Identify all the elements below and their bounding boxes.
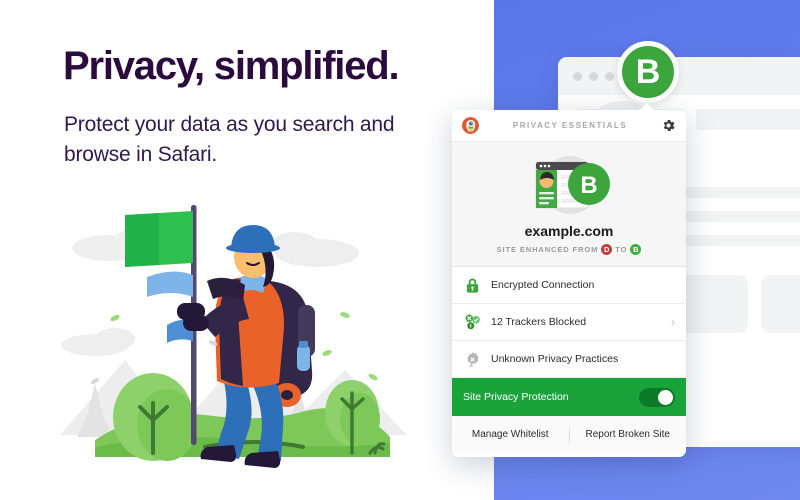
report-broken-site-link[interactable]: Report Broken Site (570, 429, 687, 440)
row-privacy-practices[interactable]: Unknown Privacy Practices (452, 341, 686, 378)
trackers-icon (463, 313, 482, 332)
protection-label: Site Privacy Protection (463, 391, 569, 403)
website-card-icon: B (535, 156, 610, 214)
popup-pointer-arrow (638, 103, 656, 112)
lock-icon (463, 276, 482, 295)
screenshot-root: Privacy, simplified. Protect your data a… (0, 0, 800, 500)
row-label: Encrypted Connection (491, 279, 595, 291)
protection-toggle[interactable] (639, 387, 675, 407)
row-chevron-icon[interactable]: › (671, 315, 675, 329)
svg-text:B: B (580, 172, 597, 199)
page-subtitle: Protect your data as you search and brow… (64, 113, 395, 166)
enhanced-middle: TO (615, 245, 628, 254)
enhanced-prefix: SITE ENHANCED FROM (496, 245, 599, 254)
row-trackers-blocked[interactable]: 12 Trackers Blocked › (452, 304, 686, 341)
window-dot-maximize-icon (605, 71, 614, 81)
window-dot-minimize-icon (589, 71, 598, 81)
row-label: Unknown Privacy Practices (491, 353, 619, 365)
toggle-knob (658, 389, 673, 405)
site-grade-badge[interactable]: B (617, 41, 679, 103)
site-privacy-protection-bar[interactable]: Site Privacy Protection (452, 378, 686, 416)
hiker-illustration (55, 185, 425, 475)
site-info-section: B example.com SITE ENHANCED FROM D TO B (452, 142, 686, 267)
site-enhanced-line: SITE ENHANCED FROM D TO B (452, 244, 686, 255)
popup-title: PRIVACY ESSENTIALS (512, 121, 628, 130)
browser-titlebar (558, 57, 800, 95)
privacy-essentials-popup: PRIVACY ESSENTIALS B example.com SITE EN… (452, 110, 686, 457)
gear-icon[interactable] (661, 118, 676, 133)
row-encrypted-connection[interactable]: Encrypted Connection (452, 267, 686, 304)
privacy-practices-icon (463, 350, 482, 369)
popup-footer: Manage Whitelist Report Broken Site (452, 416, 686, 453)
window-dot-close-icon (573, 71, 582, 81)
manage-whitelist-link[interactable]: Manage Whitelist (452, 429, 569, 440)
grade-from-badge: D (601, 244, 613, 255)
placeholder-card (760, 275, 800, 333)
duckduckgo-logo-icon[interactable] (462, 117, 479, 134)
popup-header: PRIVACY ESSENTIALS (452, 110, 686, 142)
site-icon-wrap: B (522, 154, 616, 216)
placeholder-bar (696, 109, 800, 130)
row-label: 12 Trackers Blocked (491, 316, 587, 328)
page-title: Privacy, simplified. (63, 44, 400, 88)
site-name: example.com (524, 223, 614, 239)
grade-to-badge: B (630, 244, 642, 255)
